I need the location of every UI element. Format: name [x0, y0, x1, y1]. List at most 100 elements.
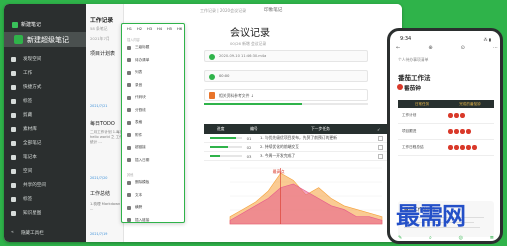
sidebar-item-tags-2[interactable]: 标签 [11, 196, 32, 202]
sidebar-item-label: 标签 [23, 99, 33, 104]
sidebar-item-label: 剪藏 [23, 113, 33, 118]
collapse-icon: « [11, 230, 14, 235]
heading-option[interactable]: H1 [127, 27, 132, 31]
menu-item[interactable]: 三级标题 [127, 45, 149, 50]
heading-option[interactable]: H6 [177, 27, 182, 31]
menu-item[interactable]: 列表 [127, 70, 142, 75]
toolbar-icon[interactable]: ⌕ [429, 235, 432, 241]
compass-icon [11, 56, 16, 62]
sidebar-item-shared[interactable]: 共享的空间 [11, 182, 46, 188]
area-chart: 最高点 [229, 167, 383, 225]
sidebar-item-space[interactable]: 空间 [11, 168, 32, 174]
task-progress-fill [210, 137, 236, 139]
menu-item-label: 插入日期 [135, 157, 150, 162]
sidebar-item-shortcuts[interactable]: 快捷方式 [11, 84, 41, 90]
audio-player[interactable]: 2020-09-10 11:46:30.m4a [204, 50, 368, 62]
toolbar-icon[interactable]: ≣ [490, 235, 494, 241]
sidebar-item-all-notes[interactable]: 全部笔记 [11, 140, 41, 146]
attachment[interactable]: 相关资料参考文件 ↓ [204, 89, 368, 101]
sidebar-item-discover[interactable]: 发现空间 [11, 56, 41, 62]
new-note-label: 新建笔记 [21, 22, 42, 28]
table-row[interactable]: 01 1. 与优先级优项目发布，先贸了前预订的更新 [204, 134, 387, 143]
audio-time: 00:00 [219, 74, 230, 78]
toolbar-icon[interactable]: ⊙ [461, 45, 465, 51]
play-icon[interactable] [209, 54, 215, 60]
task-label: 项目跟进 [402, 129, 417, 133]
sidebar-item-work[interactable]: 工作 [11, 70, 32, 76]
sidebar-item-library[interactable]: 素材库 [11, 126, 37, 132]
task-text[interactable]: 3. 今周一开发完成了 [256, 153, 378, 159]
menu-item[interactable]: 代码块 [127, 95, 146, 100]
sidebar-item-tags[interactable]: 标签 [11, 98, 32, 104]
menu-section-label: 插入内容 [127, 38, 140, 42]
menu-item-label: 分割线 [135, 107, 146, 112]
tomato-icon [454, 113, 459, 118]
insert-menu[interactable]: H1 H2 H3 H4 H5 H6 插入内容 三级标题待办清单列表录音代码块分割线表格附件… [121, 23, 185, 223]
tomato-count [448, 145, 494, 150]
menu-item[interactable]: 横跨 [127, 205, 142, 210]
menu-item-label: 列表 [135, 70, 143, 74]
task-checkbox[interactable] [378, 144, 383, 150]
menu-item[interactable]: 表格 [127, 120, 142, 125]
page-title[interactable]: 会议记录 [230, 24, 270, 39]
table-row: 项目跟进 [398, 124, 494, 140]
heading-row: H1 H2 H3 H4 H5 H6 [127, 27, 182, 31]
menu-item[interactable]: 删除模板 [127, 180, 149, 185]
sidebar-item-notebooks[interactable]: 笔记本 [11, 154, 37, 160]
window-title: 印象笔记 [264, 8, 283, 13]
task-label: 工作计划 [402, 113, 417, 117]
menu-item-icon [127, 133, 131, 137]
table-header: 进度 编号 下一步任务 ✓ [204, 124, 387, 134]
audio-player[interactable]: 00:00 [204, 70, 368, 82]
task-label: 工作日程总结 [402, 145, 424, 149]
toolbar-icon[interactable]: ⊕ [428, 45, 432, 51]
screenshot-frame: 新建笔记 新建超级笔记 发现空间 工作 快捷方式 标签 剪藏 素材库 全部笔记 … [0, 0, 507, 246]
breadcrumb[interactable]: 工作记录 | 2020会议记录 [200, 8, 246, 14]
new-note-button[interactable]: 新建笔记 [12, 21, 41, 28]
menu-item[interactable]: 分割线 [127, 108, 146, 113]
note-title: 项目计划表 [90, 51, 116, 57]
phone-breadcrumb[interactable]: 个人待办事项清单 [398, 57, 428, 63]
menu-item[interactable]: 超链接 [127, 145, 146, 150]
menu-item-label: 删除模板 [135, 180, 150, 184]
task-text[interactable]: 2. 持续优化的前端交互 [256, 144, 378, 150]
sidebar-item-knowledge-graph[interactable]: 知识星图 [11, 210, 41, 216]
task-text[interactable]: 1. 与优先级优项目发布，先贸了前预订的更新 [256, 135, 378, 141]
heading-option[interactable]: H2 [137, 27, 142, 31]
toolbar-icon[interactable]: ← [396, 45, 400, 51]
sidebar-item-clip[interactable]: 剪藏 [11, 112, 32, 118]
phone-subtitle: 番茄钟 [404, 86, 421, 92]
table-row[interactable]: 03 3. 今周一开发完成了 [204, 152, 387, 161]
toolbar-icon[interactable]: ✎ [398, 235, 402, 241]
task-table[interactable]: 进度 编号 下一步任务 ✓ 01 1. 与优先级优项目发布，先贸了前预订的更新 02… [204, 124, 387, 161]
column-header: 进度 [216, 126, 225, 131]
menu-item[interactable]: 插入日期 [127, 158, 149, 163]
share-icon [11, 182, 16, 188]
tomato-icon [448, 145, 453, 150]
signal-icon: ⁂ ▮ [483, 37, 491, 42]
heading-option[interactable]: H4 [157, 27, 162, 31]
menu-item[interactable]: 待办清单 [127, 58, 149, 63]
menu-item[interactable]: 文本 [127, 193, 142, 198]
hide-toolbar-button[interactable]: « 隐藏工具栏 [11, 230, 44, 236]
plus-icon [12, 21, 18, 28]
menu-item[interactable]: 插入链接 [127, 218, 149, 223]
sidebar: 新建笔记 新建超级笔记 发现空间 工作 快捷方式 标签 剪藏 素材库 全部笔记 … [4, 4, 86, 242]
menu-item[interactable]: 录音 [127, 83, 142, 88]
table-row[interactable]: 02 2. 持续优化的前端交互 [204, 143, 387, 152]
note-count: 58 条笔记 [90, 26, 108, 31]
new-super-note-button[interactable]: 新建超级笔记 [4, 32, 86, 47]
task-number: 01 [246, 135, 252, 141]
play-icon[interactable] [209, 74, 215, 80]
heading-option[interactable]: H3 [147, 27, 152, 31]
sidebar-item-label: 工作 [23, 71, 33, 76]
task-checkbox[interactable] [378, 153, 383, 159]
briefcase-icon [11, 70, 16, 76]
task-checkbox[interactable] [378, 135, 383, 141]
menu-item-label: 附件 [135, 132, 143, 137]
heading-option[interactable]: H5 [167, 27, 172, 31]
sidebar-item-label: 空间 [23, 169, 33, 174]
toolbar-icon[interactable]: ◎ [459, 235, 463, 241]
menu-item[interactable]: 附件 [127, 133, 142, 138]
toolbar-icon[interactable]: ⋯ [493, 45, 498, 51]
